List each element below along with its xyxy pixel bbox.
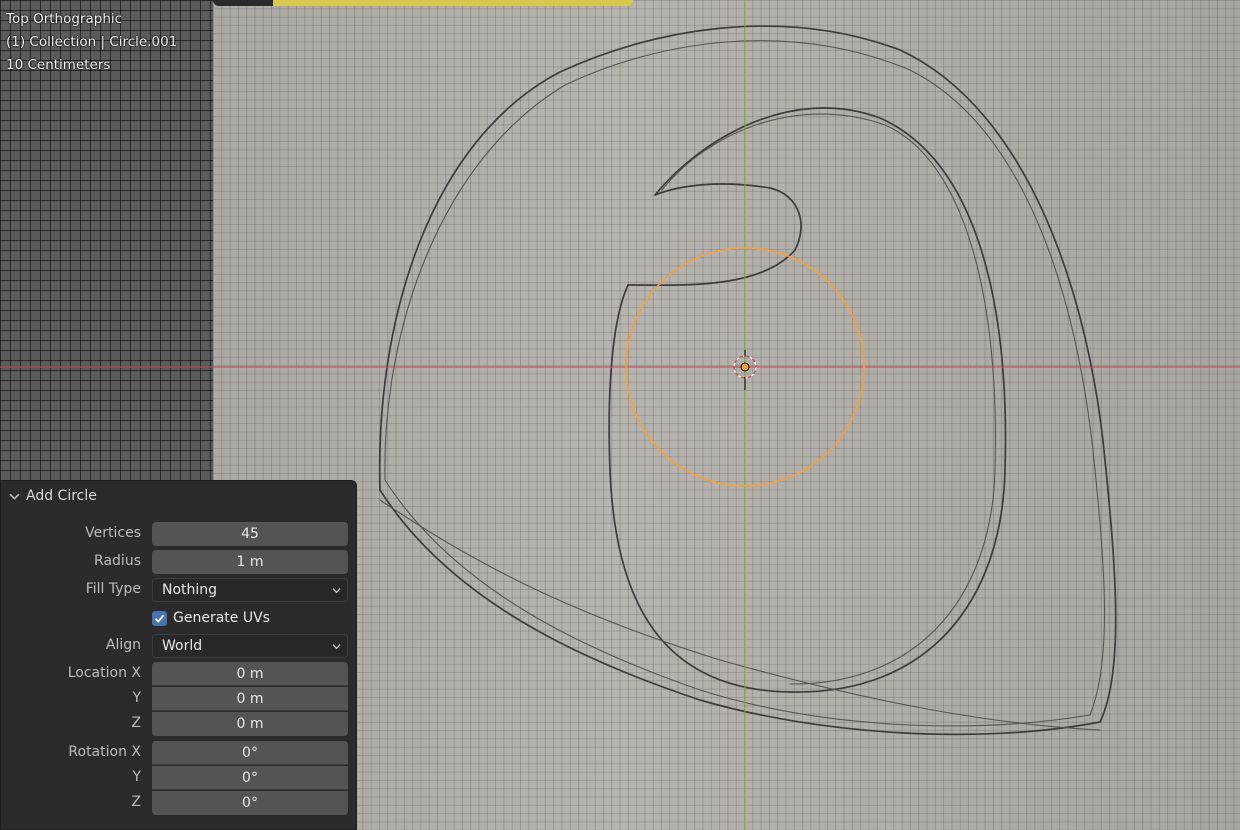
- object-origin-icon: [740, 362, 750, 372]
- generate-uvs-toggle[interactable]: Generate UVs: [152, 606, 270, 630]
- chevron-down-icon: [9, 493, 20, 500]
- vertices-row: Vertices 45: [1, 522, 358, 546]
- fill-type-dropdown[interactable]: Nothing: [152, 578, 348, 602]
- inner-sketch-stroke: [608, 107, 1007, 693]
- diagonal-sketch-stroke: [379, 499, 1101, 731]
- rotation-y-label: Y: [132, 769, 141, 785]
- rotation-z-field[interactable]: 0°: [152, 791, 348, 815]
- checkmark-icon: [154, 614, 165, 623]
- rotation-z-label: Z: [131, 794, 141, 810]
- align-label: Align: [105, 637, 141, 653]
- vertices-label: Vertices: [85, 525, 141, 541]
- outer-sketch-stroke: [378, 25, 1117, 736]
- radius-row: Radius 1 m: [1, 550, 358, 574]
- chevron-down-icon: [332, 644, 341, 650]
- radius-field[interactable]: 1 m: [152, 550, 348, 574]
- rotation-x-row: Rotation X 0°: [1, 741, 358, 765]
- collection-info-label: (1) Collection | Circle.001: [6, 34, 178, 50]
- location-z-field[interactable]: 0 m: [152, 712, 348, 736]
- add-circle-operator-panel[interactable]: Add Circle Vertices 45 Radius 1 m Fill T…: [0, 480, 357, 830]
- fill-type-value: Nothing: [162, 582, 218, 598]
- generate-uvs-row: Generate UVs: [1, 606, 358, 630]
- location-z-row: Z 0 m: [1, 712, 358, 736]
- align-dropdown[interactable]: World: [152, 634, 348, 658]
- fill-type-row: Fill Type Nothing: [1, 578, 358, 602]
- view-name-label: Top Orthographic: [6, 11, 123, 27]
- location-y-field[interactable]: 0 m: [152, 687, 348, 711]
- align-row: Align World: [1, 634, 358, 658]
- panel-title: Add Circle: [26, 488, 97, 504]
- vertices-field[interactable]: 45: [152, 522, 348, 546]
- location-z-label: Z: [131, 715, 141, 731]
- rotation-x-label: Rotation X: [68, 744, 141, 760]
- align-value: World: [162, 638, 203, 654]
- location-x-field[interactable]: 0 m: [152, 662, 348, 686]
- panel-header[interactable]: Add Circle: [9, 487, 97, 505]
- location-x-row: Location X 0 m: [1, 662, 358, 686]
- inner-sketch-stroke-2: [661, 113, 996, 685]
- rotation-x-field[interactable]: 0°: [152, 741, 348, 765]
- fill-type-label: Fill Type: [85, 581, 141, 597]
- location-x-label: Location X: [67, 665, 141, 681]
- rotation-y-row: Y 0°: [1, 766, 358, 790]
- location-y-label: Y: [132, 690, 141, 706]
- generate-uvs-checkbox[interactable]: [152, 610, 167, 626]
- rotation-z-row: Z 0°: [1, 791, 358, 815]
- rotation-y-field[interactable]: 0°: [152, 766, 348, 790]
- radius-label: Radius: [94, 553, 141, 569]
- sketch-strokes: [378, 25, 1117, 736]
- scale-info-label: 10 Centimeters: [6, 57, 111, 73]
- generate-uvs-label: Generate UVs: [173, 610, 270, 626]
- location-y-row: Y 0 m: [1, 687, 358, 711]
- chevron-down-icon: [332, 588, 341, 594]
